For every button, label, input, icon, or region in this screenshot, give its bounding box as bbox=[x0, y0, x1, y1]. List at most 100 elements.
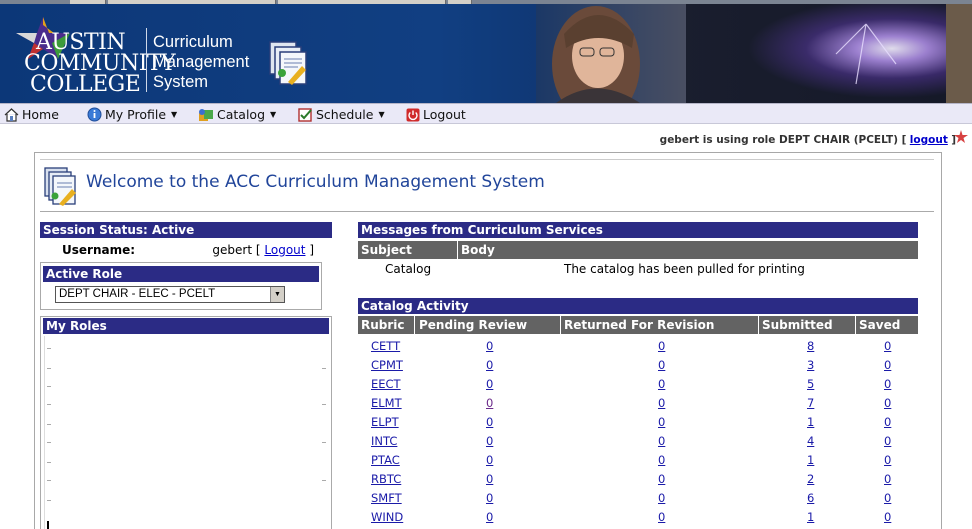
pending-review-link[interactable]: 0 bbox=[486, 491, 493, 505]
saved-link[interactable]: 0 bbox=[884, 491, 891, 505]
column-header-returned: Returned For Revision bbox=[564, 318, 715, 332]
saved-link[interactable]: 0 bbox=[884, 415, 891, 429]
submitted-link[interactable]: 8 bbox=[807, 339, 814, 353]
rubric-link[interactable]: WIND bbox=[371, 510, 403, 524]
rubric-link[interactable]: CETT bbox=[371, 339, 400, 353]
saved-link[interactable]: 0 bbox=[884, 396, 891, 410]
submitted-link[interactable]: 1 bbox=[807, 510, 814, 524]
chevron-down-icon: ▼ bbox=[378, 110, 385, 119]
submitted-link[interactable]: 6 bbox=[807, 491, 814, 505]
current-role-line: gebert is using role DEPT CHAIR (PCELT) … bbox=[660, 134, 956, 146]
pending-review-link[interactable]: 0 bbox=[486, 453, 493, 467]
returned-link[interactable]: 0 bbox=[658, 415, 665, 429]
returned-link[interactable]: 0 bbox=[658, 396, 665, 410]
list-item-marker bbox=[47, 424, 51, 425]
submitted-link[interactable]: 1 bbox=[807, 415, 814, 429]
message-body: The catalog has been pulled for printing bbox=[564, 262, 805, 276]
messages-header: Messages from Curriculum Services bbox=[358, 222, 918, 238]
cms-title: Curriculum Management System bbox=[153, 32, 249, 92]
username-label: Username: bbox=[62, 243, 136, 257]
pending-review-link[interactable]: 0 bbox=[486, 415, 493, 429]
nav-home[interactable]: Home bbox=[4, 106, 59, 123]
my-roles-list[interactable] bbox=[44, 336, 328, 529]
catalog-column-headers: Rubric Pending Review Returned For Revis… bbox=[358, 316, 918, 334]
chevron-down-icon: ▼ bbox=[171, 110, 178, 119]
messages-column-headers: Subject Body bbox=[358, 241, 918, 259]
returned-link[interactable]: 0 bbox=[658, 510, 665, 524]
table-row: ELMT 0 0 7 0 bbox=[358, 393, 918, 412]
table-row: INTC 0 0 4 0 bbox=[358, 431, 918, 450]
submitted-link[interactable]: 1 bbox=[807, 453, 814, 467]
returned-link[interactable]: 0 bbox=[658, 358, 665, 372]
rubric-link[interactable]: ELMT bbox=[371, 396, 402, 410]
pending-review-link[interactable]: 0 bbox=[486, 377, 493, 391]
pending-review-link[interactable]: 0 bbox=[486, 396, 493, 410]
saved-link[interactable]: 0 bbox=[884, 339, 891, 353]
info-icon bbox=[87, 107, 102, 122]
rubric-link[interactable]: SMFT bbox=[371, 491, 402, 505]
power-icon bbox=[406, 108, 420, 121]
rubric-link[interactable]: EECT bbox=[371, 377, 401, 391]
list-item-marker bbox=[47, 386, 51, 387]
rubric-link[interactable]: INTC bbox=[371, 434, 397, 448]
submitted-link[interactable]: 5 bbox=[807, 377, 814, 391]
table-row: CPMT 0 0 3 0 bbox=[358, 355, 918, 374]
chevron-down-icon[interactable]: ▼ bbox=[270, 287, 284, 302]
username-row: Username: gebert [ Logout ] bbox=[40, 240, 332, 260]
house-icon bbox=[4, 107, 19, 122]
rubric-link[interactable]: ELPT bbox=[371, 415, 399, 429]
list-item-marker bbox=[322, 404, 326, 405]
session-logout-link[interactable]: Logout bbox=[264, 243, 305, 257]
submitted-link[interactable]: 7 bbox=[807, 396, 814, 410]
saved-link[interactable]: 0 bbox=[884, 472, 891, 486]
saved-link[interactable]: 0 bbox=[884, 358, 891, 372]
pending-review-link[interactable]: 0 bbox=[486, 358, 493, 372]
returned-link[interactable]: 0 bbox=[658, 491, 665, 505]
list-item-marker bbox=[47, 500, 51, 501]
list-item-marker bbox=[47, 368, 51, 369]
pending-review-link[interactable]: 0 bbox=[486, 510, 493, 524]
nav-label: Schedule bbox=[316, 107, 374, 122]
nav-label: Logout bbox=[423, 107, 466, 122]
pending-review-link[interactable]: 0 bbox=[486, 472, 493, 486]
returned-link[interactable]: 0 bbox=[658, 453, 665, 467]
list-item-marker bbox=[47, 480, 51, 481]
catalog-activity-header: Catalog Activity bbox=[358, 298, 918, 314]
saved-link[interactable]: 0 bbox=[884, 453, 891, 467]
returned-link[interactable]: 0 bbox=[658, 339, 665, 353]
saved-link[interactable]: 0 bbox=[884, 510, 891, 524]
table-row: RBTC 0 0 2 0 bbox=[358, 469, 918, 488]
returned-link[interactable]: 0 bbox=[658, 377, 665, 391]
saved-link[interactable]: 0 bbox=[884, 434, 891, 448]
table-row: Catalog The catalog has been pulled for … bbox=[358, 259, 918, 279]
column-header-pending: Pending Review bbox=[419, 318, 528, 332]
divider bbox=[40, 159, 934, 160]
pending-review-link[interactable]: 0 bbox=[486, 339, 493, 353]
role-line-text: gebert is using role DEPT CHAIR (PCELT) … bbox=[659, 134, 907, 146]
saved-link[interactable]: 0 bbox=[884, 377, 891, 391]
nav-label: My Profile bbox=[105, 107, 167, 122]
pending-review-link[interactable]: 0 bbox=[486, 434, 493, 448]
list-item-marker bbox=[47, 442, 51, 443]
submitted-link[interactable]: 4 bbox=[807, 434, 814, 448]
rubric-link[interactable]: PTAC bbox=[371, 453, 400, 467]
submitted-link[interactable]: 3 bbox=[807, 358, 814, 372]
returned-link[interactable]: 0 bbox=[658, 434, 665, 448]
nav-my-profile[interactable]: My Profile ▼ bbox=[87, 106, 177, 123]
logout-link[interactable]: logout bbox=[910, 134, 948, 146]
nav-logout[interactable]: Logout bbox=[406, 106, 466, 123]
returned-link[interactable]: 0 bbox=[658, 472, 665, 486]
submitted-link[interactable]: 2 bbox=[807, 472, 814, 486]
nav-catalog[interactable]: Catalog ▼ bbox=[198, 106, 276, 123]
selected-role: DEPT CHAIR - ELEC - PCELT bbox=[59, 288, 216, 300]
checkbox-icon bbox=[298, 107, 312, 122]
documents-icon bbox=[269, 41, 307, 85]
active-role-select[interactable]: DEPT CHAIR - ELEC - PCELT ▼ bbox=[55, 286, 285, 303]
table-row: ELPT 0 0 1 0 bbox=[358, 412, 918, 431]
column-header-submitted: Submitted bbox=[762, 318, 833, 332]
nav-schedule[interactable]: Schedule ▼ bbox=[298, 106, 385, 123]
site-banner: AUSTIN COMMUNITY COLLEGE Curriculum Mana… bbox=[0, 4, 972, 103]
rubric-link[interactable]: RBTC bbox=[371, 472, 401, 486]
table-row: CETT 0 0 8 0 bbox=[358, 336, 918, 355]
rubric-link[interactable]: CPMT bbox=[371, 358, 403, 372]
